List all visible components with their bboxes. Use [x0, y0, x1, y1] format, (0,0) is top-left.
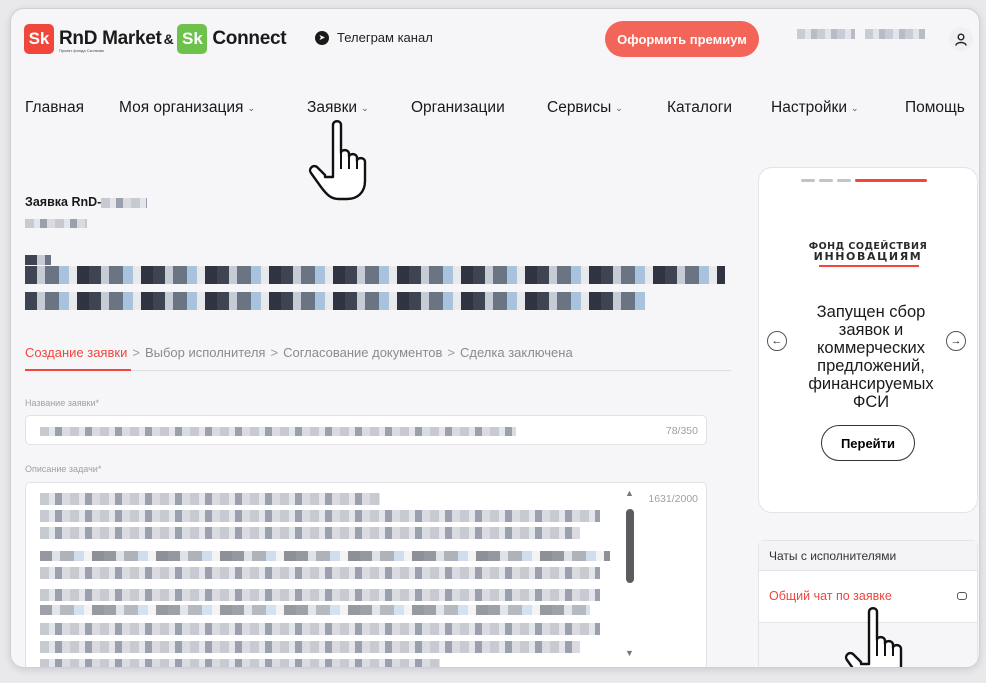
- fund-logo-underline: [819, 265, 919, 267]
- brand-logo[interactable]: Sk RnD Market & Sk Connect Проект фонда …: [24, 24, 287, 54]
- step-deal-closed[interactable]: Сделка заключена: [460, 345, 573, 360]
- nav-item-help[interactable]: Помощь: [905, 99, 965, 117]
- browser-window: Sk RnD Market & Sk Connect Проект фонда …: [10, 8, 980, 668]
- scroll-up-icon[interactable]: ▲: [625, 488, 634, 498]
- chat-bubble-icon: [957, 592, 967, 600]
- scroll-down-icon[interactable]: ▼: [625, 648, 634, 658]
- description-line-blurred: [40, 659, 440, 667]
- description-line-blurred: [40, 589, 600, 601]
- arrow-right-icon: →: [950, 335, 962, 347]
- request-name-counter: 78/350: [665, 425, 698, 437]
- user-icon[interactable]: [949, 27, 973, 51]
- carousel-dot[interactable]: [801, 179, 815, 182]
- description-line-blurred: [40, 493, 380, 505]
- step-separator: >: [132, 345, 140, 360]
- banner-text: Запущен сбор заявок и коммерческих предл…: [808, 303, 934, 411]
- task-description-textarea[interactable]: 1631/2000: [25, 482, 707, 667]
- request-number-blurred: [101, 197, 148, 208]
- telegram-label: Телеграм канал: [337, 30, 433, 45]
- carousel-next-button[interactable]: →: [946, 331, 966, 351]
- carousel-dot-active[interactable]: [855, 179, 927, 182]
- request-name-label: Название заявки*: [25, 398, 99, 408]
- hand-pointer-icon: [844, 607, 903, 667]
- nav-item-label: Настройки: [771, 99, 848, 116]
- task-description-counter: 1631/2000: [648, 493, 698, 505]
- telegram-link[interactable]: ➤ Телеграм канал: [315, 30, 433, 45]
- top-bar: Sk RnD Market & Sk Connect Проект фонда …: [11, 9, 979, 71]
- chat-item-label: Общий чат по заявке: [769, 589, 892, 603]
- description-scrollbar-thumb[interactable]: [626, 509, 634, 583]
- description-line-blurred: [40, 623, 600, 635]
- description-line-blurred: [40, 641, 580, 653]
- chevron-down-icon: ⌄: [851, 102, 859, 113]
- request-title-prefix: Заявка RnD-: [25, 195, 102, 209]
- nav-item-home[interactable]: Главная: [25, 99, 84, 117]
- brand-connect: Connect: [212, 28, 287, 49]
- nav-item-label: Помощь: [905, 99, 965, 116]
- nav-item-requests[interactable]: Заявки ⌄: [307, 99, 369, 117]
- step-approve-documents[interactable]: Согласование документов: [283, 345, 442, 360]
- nav-item-organizations[interactable]: Организации: [411, 99, 505, 117]
- nav-item-label: Заявки: [307, 99, 358, 116]
- chats-panel-header: Чаты с исполнителями: [759, 541, 977, 571]
- step-choose-executor[interactable]: Выбор исполнителя: [145, 345, 266, 360]
- main-nav: Главная Моя организация ⌄ Заявки ⌄ Орган…: [11, 95, 979, 125]
- skolkovo-logo-icon: Sk: [24, 24, 54, 54]
- nav-item-label: Организации: [411, 99, 505, 116]
- fund-logo-line2: ИННОВАЦИЯМ: [813, 250, 923, 263]
- chevron-down-icon: ⌄: [361, 102, 369, 113]
- request-heading-blurred: [25, 292, 645, 310]
- nav-item-label: Главная: [25, 99, 84, 116]
- nav-item-label: Сервисы: [547, 99, 612, 116]
- brand-name: RnD Market: [59, 28, 162, 49]
- description-line-blurred: [40, 510, 600, 522]
- skolkovo-connect-logo-icon: Sk: [177, 24, 208, 54]
- nav-item-settings[interactable]: Настройки ⌄: [771, 99, 859, 117]
- carousel-indicator: [801, 179, 927, 182]
- nav-item-catalogs[interactable]: Каталоги: [667, 99, 732, 117]
- arrow-left-icon: ←: [771, 335, 783, 347]
- request-meta-blurred: [25, 219, 87, 228]
- description-line-blurred: [40, 567, 600, 579]
- step-separator: >: [447, 345, 456, 360]
- step-create-request[interactable]: Создание заявки: [25, 345, 127, 360]
- carousel-prev-button[interactable]: ←: [767, 331, 787, 351]
- nav-item-label: Каталоги: [667, 99, 733, 116]
- request-name-value-blurred: [40, 427, 516, 436]
- nav-item-my-organization[interactable]: Моя организация ⌄: [119, 99, 255, 117]
- nav-item-services[interactable]: Сервисы ⌄: [547, 99, 623, 117]
- steps-active-indicator: [25, 369, 131, 371]
- description-line-blurred: [40, 551, 610, 561]
- fund-logo: ФОНД СОДЕЙСТВИЯ ИННОВАЦИЯМ: [759, 242, 977, 263]
- premium-button[interactable]: Оформить премиум: [605, 21, 759, 57]
- carousel-dot[interactable]: [837, 179, 851, 182]
- description-line-blurred: [40, 605, 590, 615]
- workflow-steps: Создание заявки > Выбор исполнителя > Со…: [25, 345, 573, 360]
- request-heading-blurred: [25, 266, 725, 284]
- task-description-label: Описание задачи*: [25, 464, 102, 474]
- nav-item-label: Моя организация: [119, 99, 244, 116]
- hand-pointer-icon: [308, 120, 367, 201]
- user-name-blurred: [797, 29, 925, 39]
- request-name-input[interactable]: 78/350: [25, 415, 707, 445]
- description-line-blurred: [40, 527, 580, 539]
- promo-banner-carousel: ФОНД СОДЕЙСТВИЯ ИННОВАЦИЯМ Запущен сбор …: [758, 167, 978, 513]
- request-title: Заявка RnD-: [25, 195, 148, 209]
- chevron-down-icon: ⌄: [247, 102, 256, 113]
- brand-amp: &: [163, 31, 174, 47]
- step-separator: >: [270, 345, 279, 360]
- brand-subtitle: Проект фонда Сколково: [59, 48, 105, 53]
- banner-go-button[interactable]: Перейти: [821, 425, 915, 461]
- telegram-icon: ➤: [315, 30, 329, 45]
- chevron-down-icon: ⌄: [615, 102, 623, 113]
- carousel-dot[interactable]: [819, 179, 833, 182]
- request-heading-blurred: [25, 255, 51, 265]
